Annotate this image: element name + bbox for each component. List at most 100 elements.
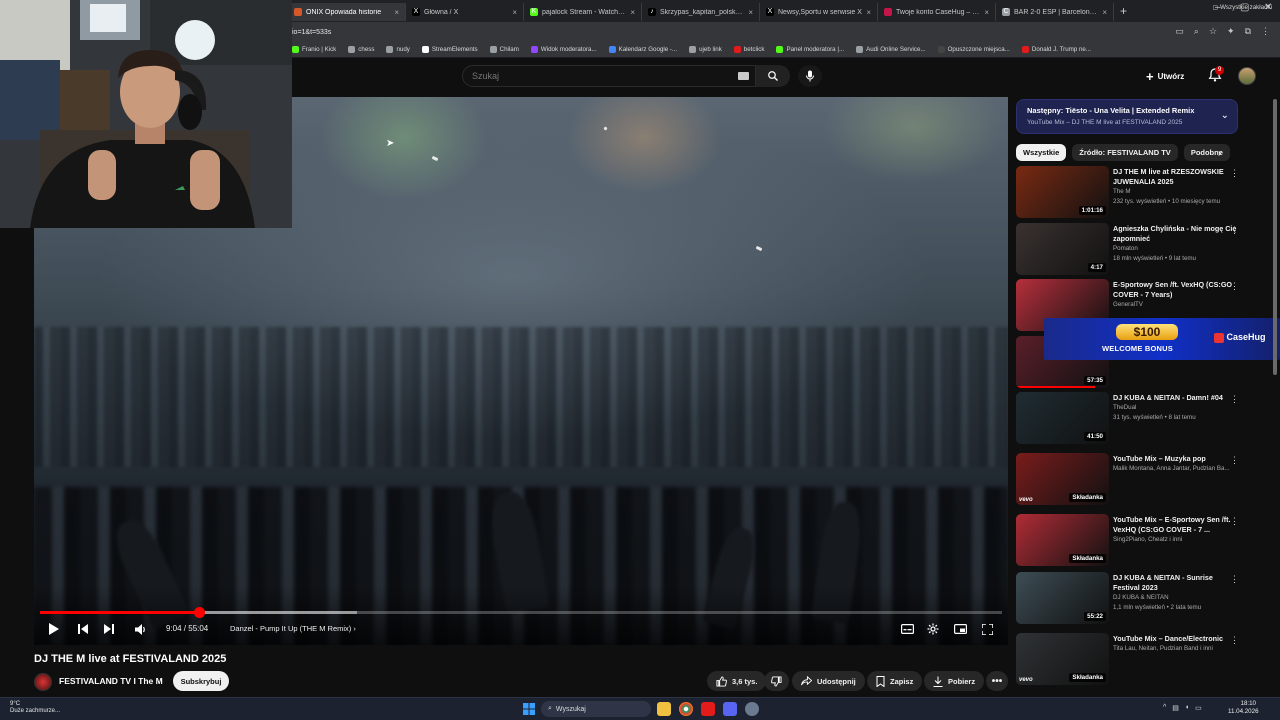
more-actions-button[interactable]: ••• xyxy=(986,671,1008,691)
previous-button[interactable] xyxy=(74,620,92,638)
maximize-icon[interactable]: ▢ xyxy=(1240,2,1249,13)
bookmark-item[interactable]: Donald J. Trump ne... xyxy=(1021,46,1091,53)
bookmark-item[interactable]: Chilam xyxy=(489,46,519,53)
tab-close-icon[interactable]: × xyxy=(512,8,517,17)
rec-channel[interactable]: Malik Montana, Anna Jantar, Pudzian Ba..… xyxy=(1113,465,1237,472)
rec-channel[interactable]: Sing2Piano, Cheatz i inni xyxy=(1113,536,1237,543)
more-vert-icon[interactable]: ⋮ xyxy=(1230,281,1239,292)
more-vert-icon[interactable]: ⋮ xyxy=(1230,394,1239,405)
network-icon[interactable]: ▤ xyxy=(1172,704,1179,712)
browser-tab[interactable]: ♪ Skrzypas_kapitan_polska (@skr × xyxy=(642,3,760,21)
ad-banner[interactable]: $100 WELCOME BONUS CaseHug xyxy=(1044,318,1280,360)
filter-chip[interactable]: Podobne xyxy=(1183,144,1230,161)
next-button[interactable] xyxy=(100,620,118,638)
share-button[interactable]: Udostępnij xyxy=(792,671,865,691)
tab-close-icon[interactable]: × xyxy=(866,8,871,17)
star-icon[interactable]: ☆ xyxy=(1209,26,1217,37)
browser-tab[interactable]: ONIX Opowiada historie × xyxy=(288,3,406,21)
video-thumbnail[interactable]: 4:17 xyxy=(1016,223,1109,275)
recommendation-item[interactable]: 1:01:16 DJ THE M live at RZESZOWSKIE JUWE… xyxy=(1016,166,1246,220)
battery-icon[interactable]: ▭ xyxy=(1195,704,1202,712)
bookmark-item[interactable]: Audi Online Service... xyxy=(856,46,926,53)
browser-tab[interactable]: Twoje konto CaseHug – Ekwip× xyxy=(878,3,996,21)
tab-close-icon[interactable]: × xyxy=(394,8,399,17)
create-button[interactable]: + Utwórz xyxy=(1146,67,1184,85)
recommendation-item[interactable]: 55:22 DJ KUBA & NEITAN - Sunrise Festival… xyxy=(1016,572,1246,626)
chapter-title[interactable]: Danzel - Pump It Up (THE M Remix) › xyxy=(230,624,356,633)
discord-icon[interactable] xyxy=(723,702,737,716)
bookmark-item[interactable]: StreamElements xyxy=(421,46,478,53)
bookmark-item[interactable]: Kalendarz Google -... xyxy=(608,46,677,53)
app-icon-red[interactable] xyxy=(701,702,715,716)
more-vert-icon[interactable]: ⋮ xyxy=(1230,635,1239,646)
chevron-up-icon[interactable]: ^ xyxy=(1163,704,1166,712)
tab-close-icon[interactable]: × xyxy=(1102,8,1107,17)
rec-channel[interactable]: GeneralTV xyxy=(1113,301,1237,308)
browser-tab[interactable]: C BAR 2-0 ESP | Barcelona – Espa × xyxy=(996,3,1114,21)
cast-icon[interactable]: ▭ xyxy=(1175,26,1184,37)
puzzle-icon[interactable]: ⧉ xyxy=(1245,26,1251,37)
more-vert-icon[interactable]: ⋮ xyxy=(1230,225,1239,236)
more-vert-icon[interactable]: ⋮ xyxy=(1230,516,1239,527)
more-vert-icon[interactable]: ⋮ xyxy=(1230,168,1239,179)
miniplayer-button[interactable] xyxy=(951,620,969,638)
rec-channel[interactable]: Pomaton xyxy=(1113,245,1237,252)
windows-start-icon[interactable] xyxy=(523,703,535,715)
play-button[interactable] xyxy=(44,620,62,638)
sidebar-scrollbar[interactable] xyxy=(1273,99,1277,375)
video-thumbnail[interactable]: 1:01:16 xyxy=(1016,166,1109,218)
search-input[interactable] xyxy=(463,66,723,86)
recommendation-item[interactable]: 41:50 DJ KUBA & NEITAN - Damn! #04 TheDual… xyxy=(1016,392,1246,446)
chrome-icon[interactable] xyxy=(679,702,693,716)
recommendation-item[interactable]: vevo Składanka YouTube Mix – Muzyka pop Mal… xyxy=(1016,453,1246,507)
video-thumbnail[interactable]: 41:50 xyxy=(1016,392,1109,444)
menu-icon[interactable]: ⋮ xyxy=(1261,26,1270,37)
subscribe-button[interactable]: Subskrybuj xyxy=(173,671,229,691)
more-vert-icon[interactable]: ⋮ xyxy=(1230,455,1239,466)
progress-bar[interactable] xyxy=(40,607,1002,618)
filter-chip[interactable]: Wszystkie xyxy=(1016,144,1067,161)
rec-channel[interactable]: TheDual xyxy=(1113,404,1237,411)
rec-channel[interactable]: The M xyxy=(1113,188,1237,195)
browser-tab[interactable]: Kpajalock Stream - Watch Live o × xyxy=(524,3,642,21)
chevron-right-icon[interactable]: › xyxy=(1218,148,1221,159)
clock[interactable]: 18:10 11.04.2026 xyxy=(1228,700,1259,716)
minimize-icon[interactable]: – xyxy=(1215,2,1221,13)
search-button[interactable] xyxy=(756,65,790,87)
search-box[interactable] xyxy=(462,65,756,87)
mute-button[interactable] xyxy=(132,620,150,638)
browser-tab[interactable]: X Główna / X × xyxy=(406,3,524,21)
keyboard-icon[interactable] xyxy=(738,72,749,80)
settings-button[interactable] xyxy=(924,620,942,638)
account-avatar[interactable] xyxy=(1238,67,1256,85)
channel-name[interactable]: FESTIVALAND TV I The M xyxy=(59,676,163,686)
new-tab-button[interactable]: + xyxy=(1120,4,1127,18)
dislike-button[interactable] xyxy=(764,671,789,691)
bookmark-item[interactable]: betclick xyxy=(733,46,764,53)
zoom-icon[interactable]: ⌕ xyxy=(1194,26,1199,37)
browser-tab[interactable]: X Newsy,Sportu w serwisie X × xyxy=(760,3,878,21)
rec-title[interactable]: DJ KUBA & NEITAN - Damn! #04 xyxy=(1113,393,1239,403)
recommendation-item[interactable]: Składanka YouTube Mix – E-Sportowy Sen /f… xyxy=(1016,514,1246,568)
recommendation-item[interactable]: 4:17 Agnieszka Chylińska - Nie mogę Cię z… xyxy=(1016,223,1246,277)
tab-close-icon[interactable]: × xyxy=(630,8,635,17)
channel-avatar[interactable] xyxy=(34,673,52,691)
rec-title[interactable]: E-Sportowy Sen /ft. VexHQ (CS:GO COVER -… xyxy=(1113,280,1239,300)
url-text[interactable]: io=1&t=533s xyxy=(292,29,331,36)
bookmark-item[interactable]: Opuszczone miejsca... xyxy=(937,46,1010,53)
voice-search-button[interactable] xyxy=(798,65,822,87)
fullscreen-button[interactable] xyxy=(978,620,996,638)
bookmark-item[interactable]: nudy xyxy=(386,46,410,53)
bookmark-item[interactable]: Panel moderatora |... xyxy=(776,46,844,53)
rec-title[interactable]: YouTube Mix – E-Sportowy Sen /ft. VexHQ … xyxy=(1113,515,1239,535)
chevron-down-icon[interactable]: ⌄ xyxy=(1221,110,1229,121)
more-vert-icon[interactable]: ⋮ xyxy=(1230,574,1239,585)
rec-title[interactable]: DJ KUBA & NEITAN - Sunrise Festival 2023 xyxy=(1113,573,1239,593)
tab-close-icon[interactable]: × xyxy=(984,8,989,17)
close-window-icon[interactable]: ✕ xyxy=(1264,2,1272,13)
tab-close-icon[interactable]: × xyxy=(748,8,753,17)
subtitles-button[interactable] xyxy=(898,620,916,638)
bookmark-item[interactable]: ujeb link xyxy=(689,46,722,53)
rec-channel[interactable]: Tita Lau, Neitan, Pudzian Band i inni xyxy=(1113,645,1237,652)
scrubber-handle[interactable] xyxy=(193,607,205,618)
